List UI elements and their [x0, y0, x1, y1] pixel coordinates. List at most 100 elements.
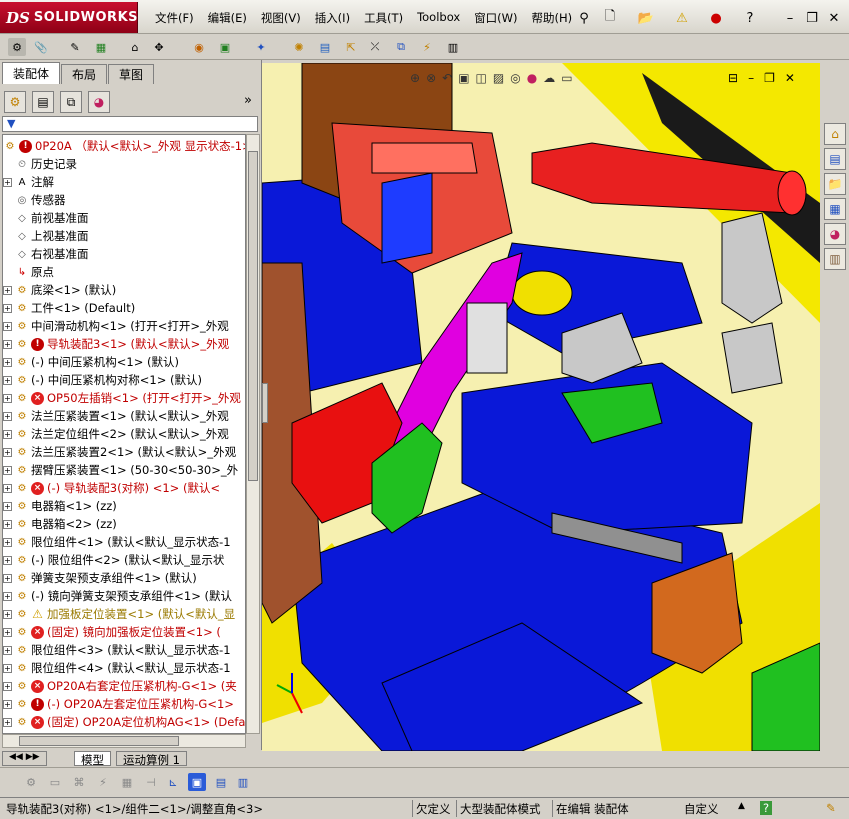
tree-item[interactable]: ◇ 前视基准面 — [3, 209, 245, 227]
insert-component-icon[interactable]: ⚙ — [8, 38, 26, 56]
table-view-icon[interactable]: ▤ — [212, 773, 230, 791]
custom-properties-icon[interactable]: ▥ — [824, 248, 846, 270]
configuration-manager-icon[interactable]: ⧉ — [60, 91, 82, 113]
expand-toggle-icon[interactable]: + — [3, 681, 12, 691]
explode-line-icon[interactable]: ⤫ — [366, 38, 384, 56]
expand-toggle-icon[interactable]: + — [3, 375, 12, 385]
reference-geometry-icon[interactable]: ✦ — [252, 38, 270, 56]
hide-show-icon[interactable]: ◎ — [510, 71, 520, 85]
tab-motion-study[interactable]: 运动算例 1 — [116, 751, 187, 767]
traffic-light-icon[interactable]: ● — [706, 8, 726, 28]
rebuild-icon[interactable]: ⚙ — [22, 773, 40, 791]
assembly-features-icon[interactable]: ▣ — [216, 38, 234, 56]
tree-item[interactable]: + ⚙ × (-) 导轨装配3(对称) <1> (默认< — [3, 479, 245, 497]
close-icon[interactable]: ✕ — [824, 8, 844, 28]
expand-toggle-icon[interactable]: + — [3, 537, 12, 547]
bill-of-materials-icon[interactable]: ▤ — [316, 38, 334, 56]
display-style-icon[interactable]: ▨ — [493, 71, 504, 85]
tree-item[interactable]: + ⚙ 法兰压紧装置2<1> (默认<默认>_外观 — [3, 443, 245, 461]
tree-item[interactable]: + ⚙ 限位组件<4> (默认<默认_显示状态-1 — [3, 659, 245, 677]
linear-pattern-icon[interactable]: ▦ — [92, 38, 110, 56]
expand-toggle-icon[interactable]: + — [3, 285, 12, 295]
zoom-to-fit-icon[interactable]: ⊕ — [410, 71, 420, 85]
tree-item[interactable]: + ⚙ 电器箱<2> (zz) — [3, 515, 245, 533]
expand-toggle-icon[interactable]: + — [3, 411, 12, 421]
solidworks-logo[interactable]: DS SOLIDWORKS — [0, 2, 138, 33]
tree-item[interactable]: + ⚙ × (固定) OP20A定位机构AG<1> (Defa — [3, 713, 245, 731]
expand-toggle-icon[interactable]: + — [3, 519, 12, 529]
tree-item[interactable]: ◇ 上视基准面 — [3, 227, 245, 245]
list-view-icon[interactable]: ▥ — [234, 773, 252, 791]
menu-edit[interactable]: 编辑(E) — [201, 10, 254, 26]
tab-assembly[interactable]: 装配体 — [2, 62, 61, 84]
expand-toggle-icon[interactable]: + — [3, 609, 12, 619]
viewport-close-icon[interactable]: ✕ — [785, 71, 795, 85]
tree-item[interactable]: + ⚙ 工件<1> (Default) — [3, 299, 245, 317]
tree-item[interactable]: + ⚙ × OP50左插销<1> (打开<打开>_外观 — [3, 389, 245, 407]
tree-filter[interactable]: ▼ — [2, 116, 258, 132]
expand-panel-icon[interactable]: » — [244, 93, 252, 108]
viewport-minimize-icon[interactable]: – — [748, 71, 754, 85]
show-hidden-icon[interactable]: ◉ — [190, 38, 208, 56]
options-icon[interactable]: ⚡ — [94, 773, 112, 791]
smart-fastener-icon[interactable]: ⌂ — [126, 38, 144, 56]
units-dropdown-icon[interactable]: ▲ — [738, 801, 745, 811]
expand-toggle-icon[interactable]: + — [3, 591, 12, 601]
design-library-icon[interactable]: ▤ — [824, 148, 846, 170]
expand-toggle-icon[interactable]: + — [3, 177, 12, 187]
tree-item[interactable]: ◇ 右视基准面 — [3, 245, 245, 263]
new-motion-study-icon[interactable]: ✺ — [290, 38, 308, 56]
tree-item[interactable]: + ⚙ × OP20A右套定位压紧机构-G<1> (夹 — [3, 677, 245, 695]
status-large-assembly-mode[interactable]: 大型装配体模式 — [460, 801, 541, 817]
expand-toggle-icon[interactable]: + — [3, 429, 12, 439]
expand-toggle-icon[interactable]: + — [3, 339, 12, 349]
panel-collapse-handle[interactable] — [262, 383, 268, 423]
menu-tools[interactable]: 工具(T) — [357, 10, 410, 26]
property-manager-icon[interactable]: ▤ — [32, 91, 54, 113]
expand-toggle-icon[interactable]: + — [3, 447, 12, 457]
save-icon[interactable]: ▭ — [46, 773, 64, 791]
tree-item[interactable]: + ⚙! (-) OP20A左套定位压紧机构-G<1> — [3, 695, 245, 713]
tab-sketch[interactable]: 草图 — [108, 64, 155, 84]
expand-toggle-icon[interactable]: + — [3, 393, 12, 403]
expand-toggle-icon[interactable]: + — [3, 663, 12, 673]
open-folder-icon[interactable]: 📂 — [636, 8, 656, 28]
menu-insert[interactable]: 插入(I) — [308, 10, 357, 26]
tree-item[interactable]: + ⚙! 导轨装配3<1> (默认<默认>_外观 — [3, 335, 245, 353]
tree-item[interactable]: + ⚙ 法兰压紧装置<1> (默认<默认>_外观 — [3, 407, 245, 425]
view-settings-icon[interactable]: ▭ — [561, 71, 572, 85]
tree-item[interactable]: + ⚙ (-) 限位组件<2> (默认<默认_显示状 — [3, 551, 245, 569]
menu-toolbox[interactable]: Toolbox — [410, 10, 467, 26]
mate-icon[interactable]: 📎 — [32, 38, 50, 56]
sketch-grid-icon[interactable]: ▦ — [118, 773, 136, 791]
help-icon[interactable]: ? — [760, 801, 773, 815]
print-icon[interactable]: ⌘ — [70, 773, 88, 791]
expand-toggle-icon[interactable]: + — [3, 717, 12, 727]
tree-item[interactable]: + ⚙ (-) 镜向弹簧支架预支承组件<1> (默认 — [3, 587, 245, 605]
section-view-icon[interactable]: ▣ — [458, 71, 469, 85]
exploded-view-icon[interactable]: ⇱ — [342, 38, 360, 56]
menu-window[interactable]: 窗口(W) — [467, 10, 524, 26]
home-icon[interactable]: ⌂ — [824, 123, 846, 145]
tree-item[interactable]: ↳ 原点 — [3, 263, 245, 281]
tree-item[interactable]: + ⚙ × (固定) 镜向加强板定位装置<1> ( — [3, 623, 245, 641]
tree-item[interactable]: + ⚙ 限位组件<1> (默认<默认_显示状态-1 — [3, 533, 245, 551]
tree-item[interactable]: + ⚙ 摆臂压紧装置<1> (50-30<50-30>_外 — [3, 461, 245, 479]
appearances-icon[interactable]: ◕ — [824, 223, 846, 245]
tree-item[interactable]: ◎ 传感器 — [3, 191, 245, 209]
scroll-thumb[interactable] — [19, 736, 179, 746]
tree-item[interactable]: + ⚙ 中间滑动机构<1> (打开<打开>_外观 — [3, 317, 245, 335]
menu-file[interactable]: 文件(F) — [148, 10, 201, 26]
view-orientation-icon[interactable]: ◫ — [476, 71, 487, 85]
pattern-icon[interactable]: ✎ — [66, 38, 84, 56]
menu-view[interactable]: 视图(V) — [254, 10, 308, 26]
warning-icon[interactable]: ⚠ — [672, 8, 692, 28]
notification-icon[interactable]: ✎ — [826, 801, 836, 815]
move-component-icon[interactable]: ✥ — [150, 38, 168, 56]
new-document-icon[interactable]: 🗋 — [600, 8, 620, 28]
tab-model[interactable]: 模型 — [74, 751, 111, 767]
expand-toggle-icon[interactable]: + — [3, 303, 12, 313]
feature-manager-icon[interactable]: ⚙ — [4, 91, 26, 113]
scroll-thumb[interactable] — [248, 151, 258, 481]
expand-toggle-icon[interactable]: + — [3, 555, 12, 565]
